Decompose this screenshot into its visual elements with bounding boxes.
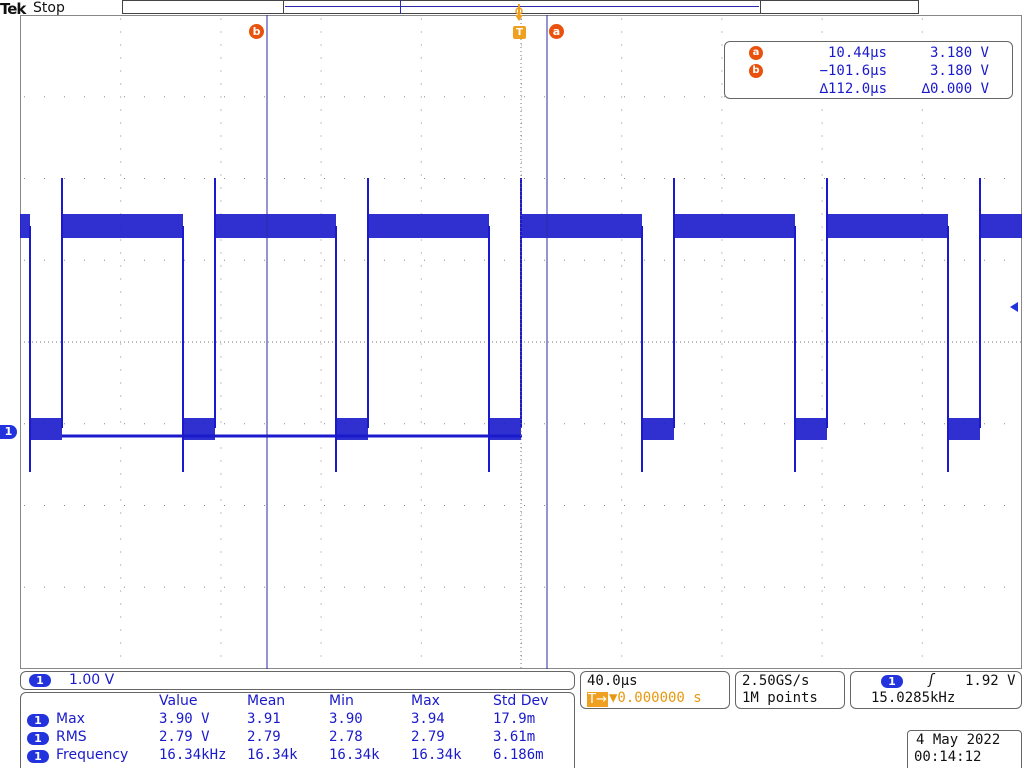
measurement-header: Std Dev xyxy=(493,693,549,709)
timebase-panel[interactable]: 40.0µs T→ ▼0.000000 s xyxy=(580,671,730,709)
measurement-cell: 16.34kHz xyxy=(159,747,227,763)
graticule-grid xyxy=(24,18,1005,657)
measurement-header: Max xyxy=(411,693,440,709)
measurement-cell: 2.79 xyxy=(247,729,281,745)
trace-low-segment xyxy=(948,418,980,440)
trigger-panel[interactable]: 1 ʃ 1.92 V 15.0285kHz xyxy=(850,671,1022,709)
measurement-cell: 2.79 V xyxy=(159,729,210,745)
measurement-name[interactable]: RMS xyxy=(56,729,87,745)
cursor-b-badge: b xyxy=(749,64,763,78)
measurement-cell: 16.34k xyxy=(247,747,298,763)
trace-high-segment xyxy=(521,214,642,238)
trigger-level-arrow-icon xyxy=(1010,302,1018,312)
cursor-a-time: 10.44µs xyxy=(827,45,887,61)
trace-high-segment xyxy=(62,214,183,238)
measurement-name[interactable]: Max xyxy=(56,711,85,727)
measurement-cell: 3.90 xyxy=(329,711,363,727)
cursor-a-value: 3.180 V xyxy=(929,45,989,61)
cursor-a-marker[interactable]: a xyxy=(549,24,564,39)
date: 4 May 2022 xyxy=(916,732,1001,748)
measurement-cell: 6.186m xyxy=(493,747,544,763)
trigger-arrow-icon xyxy=(514,2,524,24)
cursor-a-badge: a xyxy=(749,46,763,60)
measurement-channel-badge: 1 xyxy=(27,714,49,727)
measurement-name[interactable]: Frequency xyxy=(56,747,128,763)
datetime-panel: 4 May 2022 00:14:12 xyxy=(907,730,1022,768)
measurement-header: Mean xyxy=(247,693,286,709)
channel-1-badge: 1 xyxy=(29,674,51,687)
trace-low-segment xyxy=(795,418,827,440)
horizontal-scale: 40.0µs xyxy=(587,673,638,689)
trigger-level: 1.92 V xyxy=(965,673,1016,689)
measurement-cell: 2.79 xyxy=(411,729,445,745)
measurement-cell: 16.34k xyxy=(411,747,462,763)
measurement-channel-badge: 1 xyxy=(27,750,49,763)
trigger-frequency: 15.0285kHz xyxy=(871,690,956,706)
measurements-panel[interactable]: Value Mean Min Max Std Dev 1 Max 3.90 V 3.91 3.9… xyxy=(20,692,575,768)
record-length: 1M points xyxy=(742,690,818,706)
trace-high-segment xyxy=(20,214,30,238)
waveform-display xyxy=(20,15,1022,669)
cursor-b-value: 3.180 V xyxy=(929,63,989,79)
trigger-position-marker[interactable]: T xyxy=(513,26,526,39)
measurement-header: Min xyxy=(329,693,354,709)
measurement-cell: 2.78 xyxy=(329,729,363,745)
measurement-channel-badge: 1 xyxy=(27,732,49,745)
measurement-cell: 3.90 V xyxy=(159,711,210,727)
trigger-source-badge: 1 xyxy=(881,675,903,688)
trace-low-segment xyxy=(30,418,62,440)
channel-1-ground-marker[interactable]: 1 xyxy=(0,425,17,439)
channel-1-panel[interactable]: 1 1.00 V xyxy=(20,671,575,690)
trace-high-segment xyxy=(980,214,1022,238)
measurement-cell: 17.9m xyxy=(493,711,536,727)
trigger-position-value: ▼0.000000 s xyxy=(609,690,702,706)
trace-high-segment xyxy=(215,214,336,238)
trigger-position-icon: T→ xyxy=(587,692,608,707)
measurement-cell: 3.61m xyxy=(493,729,536,745)
channel-1-scale: 1.00 V xyxy=(69,672,115,688)
measurement-cell: 16.34k xyxy=(329,747,380,763)
measurement-cell: 3.91 xyxy=(247,711,281,727)
cursor-b-marker[interactable]: b xyxy=(249,24,264,39)
cursor-b-time: −101.6µs xyxy=(819,63,887,79)
measurement-header: Value xyxy=(159,693,198,709)
rising-edge-icon: ʃ xyxy=(929,672,934,688)
cursor-delta-time: ∆112.0µs xyxy=(819,81,887,97)
trace-high-segment xyxy=(674,214,795,238)
time: 00:14:12 xyxy=(914,749,982,765)
trace-high-segment xyxy=(827,214,948,238)
trace-low-segment xyxy=(642,418,674,440)
measurement-cell: 3.94 xyxy=(411,711,445,727)
sample-rate: 2.50GS/s xyxy=(742,673,810,689)
cursor-delta-value: ∆0.000 V xyxy=(921,81,989,97)
cursor-readout: a 10.44µs 3.180 V b −101.6µs 3.180 V ∆11… xyxy=(724,41,1013,99)
acquisition-panel[interactable]: 2.50GS/s 1M points xyxy=(735,671,845,709)
trace-high-segment xyxy=(368,214,489,238)
